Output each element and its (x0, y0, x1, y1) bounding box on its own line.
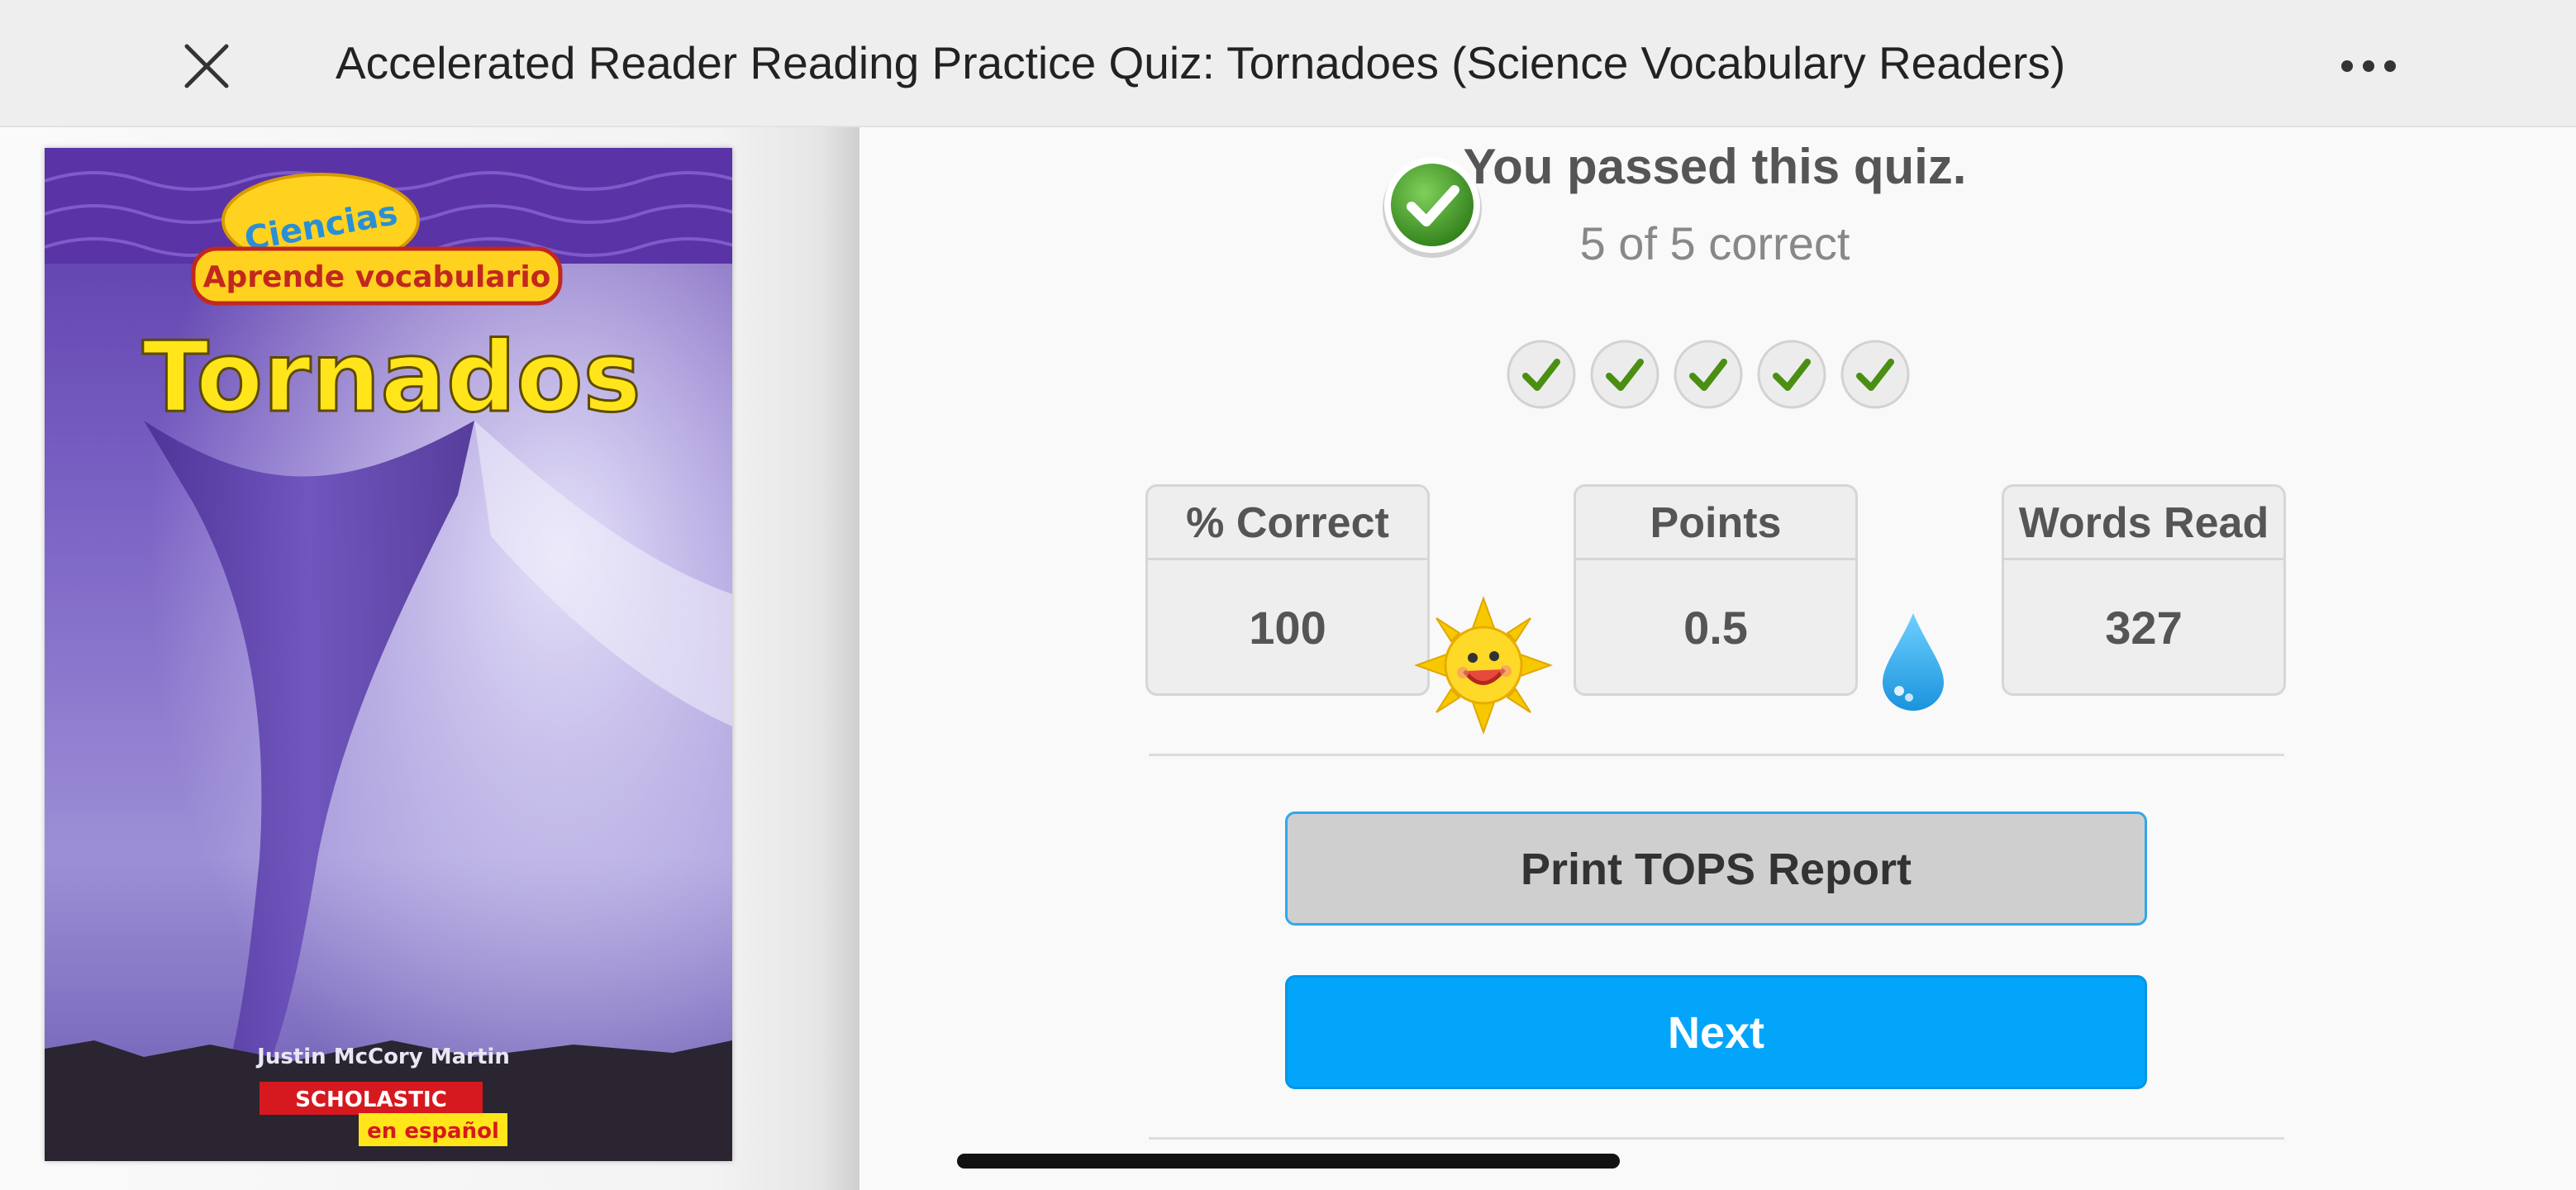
more-options-button[interactable] (2331, 33, 2413, 99)
stat-value: 0.5 (1683, 602, 1748, 654)
top-bar: Accelerated Reader Reading Practice Quiz… (0, 0, 2576, 127)
book-cover: Ciencias Aprende vocabulario Tornados Ju… (45, 148, 732, 1161)
cover-title: Tornados (142, 320, 640, 434)
stat-value: 327 (2105, 602, 2183, 654)
stat-value: 100 (1249, 602, 1326, 654)
stat-label: % Correct (1148, 487, 1427, 560)
more-horizontal-icon (2341, 60, 2396, 72)
page-title: Accelerated Reader Reading Practice Quiz… (336, 37, 2066, 88)
close-icon (184, 44, 229, 88)
close-button[interactable] (174, 33, 240, 99)
question-check-icon (1840, 340, 1910, 409)
sun-icon (1414, 596, 1553, 735)
question-check-icon (1674, 340, 1743, 409)
print-tops-report-button[interactable]: Print TOPS Report (1285, 812, 2147, 926)
cover-series-banner: Aprende vocabulario (203, 260, 551, 294)
question-results (1506, 339, 1910, 413)
stat-words-read: Words Read 327 (2002, 484, 2286, 696)
question-check-icon (1507, 340, 1576, 409)
home-indicator[interactable] (957, 1154, 1620, 1169)
question-check-icon (1757, 340, 1826, 409)
result-score: 5 of 5 correct (1579, 217, 1850, 269)
water-drop-icon (1883, 613, 1944, 711)
next-button[interactable]: Next (1285, 975, 2147, 1089)
cover-edition: en español (367, 1119, 499, 1144)
question-check-icon (1590, 340, 1659, 409)
cover-author: Justin McCory Martin (255, 1045, 510, 1069)
divider (1149, 754, 2284, 756)
cover-publisher: SCHOLASTIC (295, 1088, 447, 1112)
stat-percent-correct: % Correct 100 (1145, 484, 1430, 696)
divider (1149, 1137, 2284, 1140)
stat-points: Points 0.5 (1574, 484, 1858, 696)
result-headline: You passed this quiz. (1463, 139, 1967, 194)
stat-label: Points (1576, 487, 1855, 560)
stat-label: Words Read (2004, 487, 2283, 560)
